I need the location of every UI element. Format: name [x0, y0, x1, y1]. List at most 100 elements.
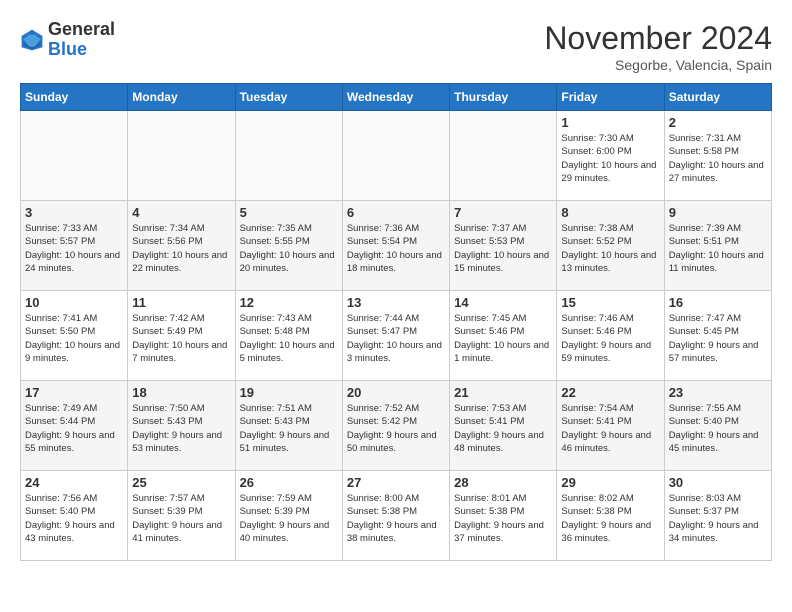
day-number: 8 [561, 205, 659, 220]
location-text: Segorbe, Valencia, Spain [544, 57, 772, 73]
calendar-cell: 17 Sunrise: 7:49 AM Sunset: 5:44 PM Dayli… [21, 381, 128, 471]
logo-text: General Blue [48, 20, 115, 60]
weekday-header-row: SundayMondayTuesdayWednesdayThursdayFrid… [21, 84, 772, 111]
day-number: 17 [25, 385, 123, 400]
day-number: 4 [132, 205, 230, 220]
logo-general-text: General [48, 19, 115, 39]
day-info: Sunrise: 7:31 AM Sunset: 5:58 PM Dayligh… [669, 132, 767, 185]
day-number: 22 [561, 385, 659, 400]
day-info: Sunrise: 7:44 AM Sunset: 5:47 PM Dayligh… [347, 312, 445, 365]
calendar-cell [21, 111, 128, 201]
calendar-week-5: 24 Sunrise: 7:56 AM Sunset: 5:40 PM Dayli… [21, 471, 772, 561]
day-number: 21 [454, 385, 552, 400]
calendar-cell: 19Sunrise: 7:51 AM Sunset: 5:43 PM Dayli… [235, 381, 342, 471]
weekday-header-wednesday: Wednesday [342, 84, 449, 111]
day-info: Sunrise: 7:57 AM Sunset: 5:39 PM Dayligh… [132, 492, 230, 545]
calendar-week-1: 1 Sunrise: 7:30 AM Sunset: 6:00 PM Daylig… [21, 111, 772, 201]
calendar-cell [235, 111, 342, 201]
calendar-cell: 29 Sunrise: 8:02 AM Sunset: 5:38 PM Dayli… [557, 471, 664, 561]
day-info: Sunrise: 7:50 AM Sunset: 5:43 PM Dayligh… [132, 402, 230, 455]
day-info: Sunrise: 7:41 AM Sunset: 5:50 PM Dayligh… [25, 312, 123, 365]
calendar-table: SundayMondayTuesdayWednesdayThursdayFrid… [20, 83, 772, 561]
calendar-cell: 27 Sunrise: 8:00 AM Sunset: 5:38 PM Dayli… [342, 471, 449, 561]
calendar-cell: 26Sunrise: 7:59 AM Sunset: 5:39 PM Dayli… [235, 471, 342, 561]
calendar-cell: 9 Sunrise: 7:39 AM Sunset: 5:51 PM Daylig… [664, 201, 771, 291]
calendar-cell: 8Sunrise: 7:38 AM Sunset: 5:52 PM Daylig… [557, 201, 664, 291]
day-number: 16 [669, 295, 767, 310]
calendar-cell: 6 Sunrise: 7:36 AM Sunset: 5:54 PM Daylig… [342, 201, 449, 291]
calendar-cell [342, 111, 449, 201]
weekday-header-thursday: Thursday [450, 84, 557, 111]
day-number: 9 [669, 205, 767, 220]
day-number: 5 [240, 205, 338, 220]
day-info: Sunrise: 7:42 AM Sunset: 5:49 PM Dayligh… [132, 312, 230, 365]
day-number: 20 [347, 385, 445, 400]
logo: General Blue [20, 20, 115, 60]
weekday-header-monday: Monday [128, 84, 235, 111]
day-info: Sunrise: 7:34 AM Sunset: 5:56 PM Dayligh… [132, 222, 230, 275]
calendar-cell: 12 Sunrise: 7:43 AM Sunset: 5:48 PM Dayli… [235, 291, 342, 381]
weekday-header-saturday: Saturday [664, 84, 771, 111]
day-number: 7 [454, 205, 552, 220]
day-info: Sunrise: 7:35 AM Sunset: 5:55 PM Dayligh… [240, 222, 338, 275]
day-info: Sunrise: 7:46 AM Sunset: 5:46 PM Dayligh… [561, 312, 659, 365]
day-number: 27 [347, 475, 445, 490]
calendar-cell: 3Sunrise: 7:33 AM Sunset: 5:57 PM Daylig… [21, 201, 128, 291]
day-info: Sunrise: 7:54 AM Sunset: 5:41 PM Dayligh… [561, 402, 659, 455]
title-block: November 2024 Segorbe, Valencia, Spain [544, 20, 772, 73]
day-number: 24 [25, 475, 123, 490]
calendar-cell: 28Sunrise: 8:01 AM Sunset: 5:38 PM Dayli… [450, 471, 557, 561]
day-info: Sunrise: 7:49 AM Sunset: 5:44 PM Dayligh… [25, 402, 123, 455]
logo-icon [20, 28, 44, 52]
day-info: Sunrise: 8:00 AM Sunset: 5:38 PM Dayligh… [347, 492, 445, 545]
day-info: Sunrise: 7:37 AM Sunset: 5:53 PM Dayligh… [454, 222, 552, 275]
calendar-cell: 13 Sunrise: 7:44 AM Sunset: 5:47 PM Dayli… [342, 291, 449, 381]
logo-blue-text: Blue [48, 39, 87, 59]
calendar-cell: 23Sunrise: 7:55 AM Sunset: 5:40 PM Dayli… [664, 381, 771, 471]
calendar-cell [128, 111, 235, 201]
day-number: 6 [347, 205, 445, 220]
day-number: 29 [561, 475, 659, 490]
day-info: Sunrise: 7:55 AM Sunset: 5:40 PM Dayligh… [669, 402, 767, 455]
calendar-week-3: 10Sunrise: 7:41 AM Sunset: 5:50 PM Dayli… [21, 291, 772, 381]
calendar-week-2: 3Sunrise: 7:33 AM Sunset: 5:57 PM Daylig… [21, 201, 772, 291]
calendar-cell: 1 Sunrise: 7:30 AM Sunset: 6:00 PM Daylig… [557, 111, 664, 201]
day-info: Sunrise: 7:51 AM Sunset: 5:43 PM Dayligh… [240, 402, 338, 455]
calendar-cell: 15 Sunrise: 7:46 AM Sunset: 5:46 PM Dayli… [557, 291, 664, 381]
weekday-header-sunday: Sunday [21, 84, 128, 111]
calendar-cell: 30Sunrise: 8:03 AM Sunset: 5:37 PM Dayli… [664, 471, 771, 561]
calendar-cell: 2 Sunrise: 7:31 AM Sunset: 5:58 PM Daylig… [664, 111, 771, 201]
calendar-cell: 4 Sunrise: 7:34 AM Sunset: 5:56 PM Daylig… [128, 201, 235, 291]
day-number: 13 [347, 295, 445, 310]
calendar-cell: 21 Sunrise: 7:53 AM Sunset: 5:41 PM Dayli… [450, 381, 557, 471]
calendar-cell: 22 Sunrise: 7:54 AM Sunset: 5:41 PM Dayli… [557, 381, 664, 471]
calendar-cell: 11 Sunrise: 7:42 AM Sunset: 5:49 PM Dayli… [128, 291, 235, 381]
calendar-week-4: 17 Sunrise: 7:49 AM Sunset: 5:44 PM Dayli… [21, 381, 772, 471]
day-info: Sunrise: 8:03 AM Sunset: 5:37 PM Dayligh… [669, 492, 767, 545]
calendar-cell [450, 111, 557, 201]
calendar-cell: 14 Sunrise: 7:45 AM Sunset: 5:46 PM Dayli… [450, 291, 557, 381]
day-info: Sunrise: 7:59 AM Sunset: 5:39 PM Dayligh… [240, 492, 338, 545]
day-number: 25 [132, 475, 230, 490]
day-number: 11 [132, 295, 230, 310]
month-title: November 2024 [544, 20, 772, 57]
day-number: 1 [561, 115, 659, 130]
day-number: 15 [561, 295, 659, 310]
day-info: Sunrise: 7:53 AM Sunset: 5:41 PM Dayligh… [454, 402, 552, 455]
day-info: Sunrise: 8:02 AM Sunset: 5:38 PM Dayligh… [561, 492, 659, 545]
day-info: Sunrise: 8:01 AM Sunset: 5:38 PM Dayligh… [454, 492, 552, 545]
day-number: 14 [454, 295, 552, 310]
calendar-cell: 20Sunrise: 7:52 AM Sunset: 5:42 PM Dayli… [342, 381, 449, 471]
day-info: Sunrise: 7:45 AM Sunset: 5:46 PM Dayligh… [454, 312, 552, 365]
day-info: Sunrise: 7:43 AM Sunset: 5:48 PM Dayligh… [240, 312, 338, 365]
calendar-cell: 18Sunrise: 7:50 AM Sunset: 5:43 PM Dayli… [128, 381, 235, 471]
day-info: Sunrise: 7:30 AM Sunset: 6:00 PM Dayligh… [561, 132, 659, 185]
calendar-cell: 10Sunrise: 7:41 AM Sunset: 5:50 PM Dayli… [21, 291, 128, 381]
day-info: Sunrise: 7:36 AM Sunset: 5:54 PM Dayligh… [347, 222, 445, 275]
day-number: 12 [240, 295, 338, 310]
calendar-cell: 24 Sunrise: 7:56 AM Sunset: 5:40 PM Dayli… [21, 471, 128, 561]
day-info: Sunrise: 7:39 AM Sunset: 5:51 PM Dayligh… [669, 222, 767, 275]
day-number: 2 [669, 115, 767, 130]
day-info: Sunrise: 7:47 AM Sunset: 5:45 PM Dayligh… [669, 312, 767, 365]
day-info: Sunrise: 7:56 AM Sunset: 5:40 PM Dayligh… [25, 492, 123, 545]
